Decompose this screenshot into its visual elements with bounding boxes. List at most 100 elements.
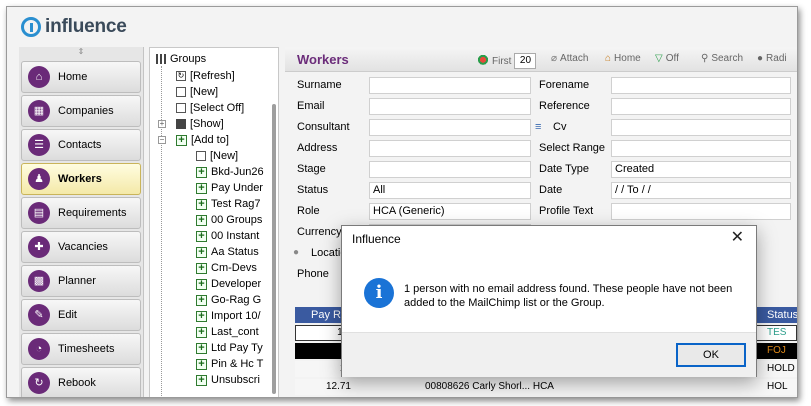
- tree-child-item[interactable]: + Last_cont: [196, 324, 259, 340]
- tree-child-item[interactable]: +00 Instant: [196, 228, 259, 244]
- nav-item-requirements[interactable]: ▤ Requirements: [21, 197, 141, 229]
- nav-item-vacancies[interactable]: ✚ Vacancies: [21, 231, 141, 263]
- tree-item[interactable]: − + [Add to]: [158, 132, 229, 148]
- home-button[interactable]: ⌂ Home: [605, 53, 641, 64]
- col-status[interactable]: Status: [765, 307, 797, 323]
- tree-child-item[interactable]: + Import 10/: [196, 308, 261, 324]
- tree-item-label: [Show]: [190, 118, 224, 130]
- tree-item[interactable]: + [Show]: [158, 116, 224, 132]
- group-add-icon[interactable]: +: [196, 374, 207, 386]
- group-add-icon[interactable]: +: [196, 294, 207, 306]
- first-label: First: [492, 55, 512, 67]
- attach-button[interactable]: ⌀ Attach: [551, 53, 588, 64]
- location-pin-icon: ●: [293, 247, 300, 258]
- group-add-icon[interactable]: +: [196, 166, 207, 178]
- checkbox[interactable]: [196, 151, 206, 161]
- pin-icon: ●: [757, 53, 764, 64]
- group-add-icon[interactable]: +: [196, 326, 207, 338]
- first-count-input[interactable]: 20: [514, 53, 537, 69]
- show-checkbox[interactable]: [176, 119, 186, 129]
- role-field[interactable]: HCA (Generic): [369, 203, 531, 220]
- tree-item[interactable]: [Select Off]: [176, 100, 244, 116]
- first-control[interactable]: First 20: [477, 53, 537, 69]
- group-add-icon[interactable]: +: [196, 310, 207, 322]
- tree-item-label: [Refresh]: [190, 70, 235, 82]
- info-icon: i: [364, 278, 394, 308]
- tree-child-item[interactable]: + Cm-Devs: [196, 260, 257, 276]
- tree-child-item[interactable]: + Test Rag7: [196, 196, 261, 212]
- tree-child-item[interactable]: + Ltd Pay Ty: [196, 340, 263, 356]
- select-range-field[interactable]: [611, 140, 791, 157]
- nav-collapse-grip[interactable]: ⇕: [19, 47, 143, 59]
- tree-child-item[interactable]: + Aa Status: [196, 244, 259, 260]
- checkbox[interactable]: [176, 87, 186, 97]
- tree-child-item[interactable]: + Developer: [196, 276, 261, 292]
- tree-child-label: Ltd Pay Ty: [211, 342, 263, 354]
- filter-off-button[interactable]: ▽ Off: [655, 53, 679, 64]
- tree-child-item[interactable]: [New]: [196, 148, 238, 164]
- nav-item-contacts[interactable]: ☰ Contacts: [21, 129, 141, 161]
- group-add-icon[interactable]: +: [196, 246, 207, 258]
- dialog-title: Influence: [352, 232, 401, 246]
- profile-text-field[interactable]: [611, 203, 791, 220]
- tree-child-item[interactable]: + Bkd-Jun26: [196, 164, 264, 180]
- tree-child-item[interactable]: + Unsubscri: [196, 372, 260, 388]
- nav-item-edit[interactable]: ✎ Edit: [21, 299, 141, 331]
- tree-item[interactable]: ↻ [Refresh]: [176, 68, 235, 84]
- nav-item-timesheets[interactable]: ◔ Timesheets: [21, 333, 141, 365]
- group-add-icon[interactable]: +: [196, 214, 207, 226]
- tree-child-item[interactable]: + Go-Rag G: [196, 292, 261, 308]
- expand-icon[interactable]: +: [158, 120, 166, 128]
- tree-root[interactable]: Groups: [156, 51, 206, 67]
- collapse-icon[interactable]: −: [158, 136, 166, 144]
- logo-text: influence: [45, 16, 127, 37]
- date-type-field[interactable]: Created: [611, 161, 791, 178]
- surname-field[interactable]: [369, 77, 531, 94]
- tree-item-label: [Select Off]: [190, 102, 245, 114]
- tree-child-label: [New]: [210, 150, 239, 162]
- search-button[interactable]: ⚲ Search: [701, 53, 743, 64]
- contacts-icon: ☰: [28, 134, 50, 156]
- stage-field[interactable]: [369, 161, 531, 178]
- field-label: Phone: [297, 268, 329, 280]
- field-label: Status: [297, 184, 329, 196]
- page-title: Workers: [297, 52, 349, 67]
- nav-item-rebook[interactable]: ↻ Rebook: [21, 367, 141, 397]
- cv-field[interactable]: [611, 119, 791, 136]
- ok-button[interactable]: OK: [676, 343, 746, 367]
- group-add-icon[interactable]: +: [196, 230, 207, 242]
- group-add-icon[interactable]: +: [196, 358, 207, 370]
- checkbox[interactable]: [176, 103, 186, 113]
- consultant-field[interactable]: [369, 119, 531, 136]
- tree-child-item[interactable]: +00 Groups: [196, 212, 262, 228]
- radius-button[interactable]: ● Radi: [757, 53, 787, 64]
- group-add-icon[interactable]: +: [176, 134, 187, 146]
- status-field[interactable]: All: [369, 182, 531, 199]
- nav-item-workers[interactable]: ♟ Workers: [21, 163, 141, 195]
- tree-child-item[interactable]: + Pin & Hc T: [196, 356, 263, 372]
- refresh-icon[interactable]: ↻: [176, 71, 186, 81]
- nav-item-planner[interactable]: ▩ Planner: [21, 265, 141, 297]
- field-label: Role: [297, 205, 320, 217]
- close-icon[interactable]: ✕: [731, 229, 744, 247]
- tree-child-label: Cm-Devs: [211, 262, 257, 274]
- tree-child-label: Test Rag7: [211, 198, 261, 210]
- home-label: Home: [614, 53, 641, 64]
- group-add-icon[interactable]: +: [196, 278, 207, 290]
- message-dialog: Influence ✕ i 1 person with no email add…: [341, 225, 757, 377]
- tree-item[interactable]: [New]: [176, 84, 218, 100]
- tree-scrollbar[interactable]: [272, 104, 276, 394]
- address-field[interactable]: [369, 140, 531, 157]
- email-field[interactable]: [369, 98, 531, 115]
- forename-field[interactable]: [611, 77, 791, 94]
- date-field[interactable]: / / To / /: [611, 182, 791, 199]
- group-add-icon[interactable]: +: [196, 262, 207, 274]
- tree-child-item[interactable]: + Pay Under: [196, 180, 263, 196]
- reference-field[interactable]: [611, 98, 791, 115]
- group-add-icon[interactable]: +: [196, 182, 207, 194]
- group-add-icon[interactable]: +: [196, 342, 207, 354]
- nav-item-home[interactable]: ⌂ Home: [21, 61, 141, 93]
- group-add-icon[interactable]: +: [196, 198, 207, 210]
- field-label: Select Range: [539, 142, 606, 154]
- nav-item-companies[interactable]: ▦ Companies: [21, 95, 141, 127]
